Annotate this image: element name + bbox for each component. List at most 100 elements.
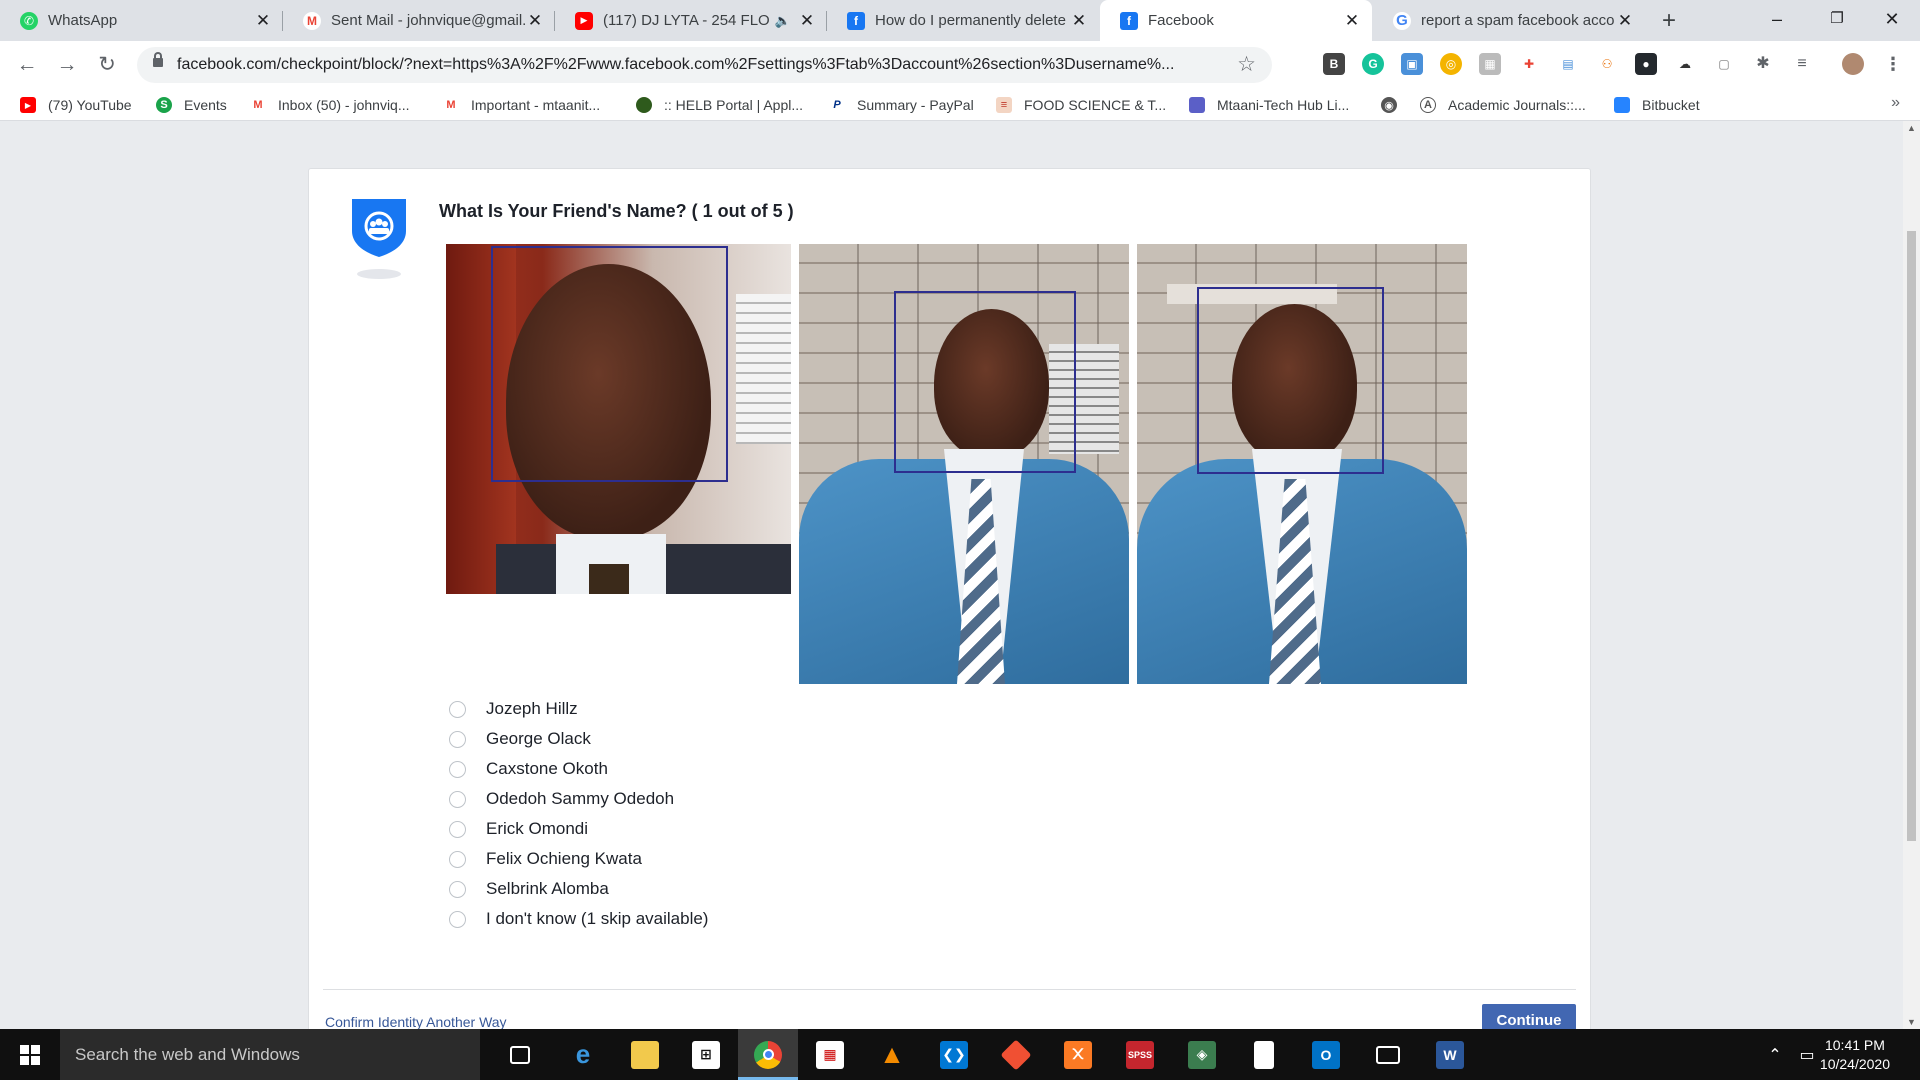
close-window-button[interactable]: ✕ bbox=[1862, 0, 1920, 41]
option-odedoh-sammy-odedoh[interactable]: Odedoh Sammy Odedoh bbox=[449, 784, 708, 814]
radio-button[interactable] bbox=[449, 760, 466, 778]
address-bar[interactable]: facebook.com/checkpoint/block/?next=http… bbox=[137, 47, 1272, 83]
reload-button[interactable]: ↻ bbox=[94, 52, 120, 78]
tab-youtube[interactable]: ▶ (117) DJ LYTA - 254 FLOW 🔈 ✕ bbox=[555, 0, 827, 41]
show-hidden-icons-chevron-icon[interactable]: ⌃ bbox=[1760, 1029, 1790, 1080]
bookmarks-overflow-icon[interactable]: » bbox=[1891, 94, 1900, 112]
radio-button[interactable] bbox=[449, 730, 466, 748]
taskbar-outlook[interactable]: O bbox=[1296, 1029, 1356, 1080]
bookmark-inbox[interactable]: M Inbox (50) - johnviq... bbox=[250, 95, 410, 115]
option-caxstone-okoth[interactable]: Caxstone Okoth bbox=[449, 754, 708, 784]
url-text[interactable]: facebook.com/checkpoint/block/?next=http… bbox=[177, 56, 1227, 74]
checkpoint-card: What Is Your Friend's Name? ( 1 out of 5… bbox=[308, 168, 1591, 1029]
close-icon[interactable]: ✕ bbox=[1615, 11, 1635, 31]
extension-b-icon[interactable]: B bbox=[1323, 53, 1345, 75]
extension-puzzle-blue-icon[interactable]: ▣ bbox=[1401, 53, 1423, 75]
forward-button[interactable]: → bbox=[54, 52, 80, 78]
close-icon[interactable]: ✕ bbox=[253, 11, 273, 31]
lock-icon[interactable] bbox=[153, 52, 163, 67]
option-jozeph-hillz[interactable]: Jozeph Hillz bbox=[449, 694, 708, 724]
page-scrollbar[interactable]: ▲ ▼ bbox=[1903, 121, 1920, 1029]
taskbar-map-app[interactable]: ◈ bbox=[1172, 1029, 1232, 1080]
radio-button[interactable] bbox=[449, 700, 466, 718]
start-button[interactable] bbox=[0, 1029, 60, 1080]
taskbar-chrome[interactable] bbox=[738, 1029, 798, 1080]
taskbar-git[interactable] bbox=[986, 1029, 1046, 1080]
radio-button[interactable] bbox=[449, 850, 466, 868]
close-icon[interactable]: ✕ bbox=[1069, 11, 1089, 31]
extension-doc-icon[interactable]: ▤ bbox=[1557, 53, 1579, 75]
taskbar-notepad[interactable] bbox=[1234, 1029, 1294, 1080]
tab-whatsapp[interactable]: ✆ WhatsApp ✕ bbox=[0, 0, 283, 41]
option-george-olack[interactable]: George Olack bbox=[449, 724, 708, 754]
extension-grid-icon[interactable]: ▦ bbox=[1479, 53, 1501, 75]
bookmark-bitbucket[interactable]: Bitbucket bbox=[1614, 95, 1700, 115]
bookmark-events[interactable]: S Events bbox=[156, 95, 227, 115]
continue-button[interactable]: Continue bbox=[1482, 1004, 1576, 1029]
taskbar-calendar-app[interactable]: ▦ bbox=[800, 1029, 860, 1080]
restore-button[interactable]: ❐ bbox=[1807, 0, 1867, 41]
download-cloud-icon[interactable]: ☁ bbox=[1674, 53, 1696, 75]
windows-logo-icon bbox=[20, 1044, 40, 1065]
menu-kebab-icon[interactable]: ⋮ bbox=[1882, 53, 1904, 75]
media-queue-icon[interactable]: ≡ bbox=[1791, 53, 1813, 75]
minimize-button[interactable]: – bbox=[1747, 0, 1807, 41]
extension-network-icon[interactable]: ⚇ bbox=[1596, 53, 1618, 75]
taskbar-vlc[interactable]: ▲ bbox=[862, 1029, 922, 1080]
spss-icon: SPSS bbox=[1126, 1040, 1154, 1069]
radio-button[interactable] bbox=[449, 820, 466, 838]
scroll-down-arrow-icon[interactable]: ▼ bbox=[1903, 1017, 1920, 1027]
close-icon[interactable]: ✕ bbox=[1342, 11, 1362, 31]
taskbar-edge[interactable]: e bbox=[553, 1029, 613, 1080]
option-dont-know-skip[interactable]: I don't know (1 skip available) bbox=[449, 904, 708, 934]
tab-facebook-active[interactable]: f Facebook ✕ bbox=[1100, 0, 1372, 41]
bookmark-mtaani-tech[interactable]: Mtaani-Tech Hub Li... bbox=[1189, 95, 1349, 115]
radio-button[interactable] bbox=[449, 880, 466, 898]
bookmark-paypal[interactable]: P Summary - PayPal bbox=[829, 95, 974, 115]
face-detection-box bbox=[491, 246, 728, 482]
radio-button[interactable] bbox=[449, 790, 466, 808]
taskbar-clock[interactable]: 10:41 PM 10/24/2020 bbox=[1820, 1036, 1890, 1074]
taskbar-xampp[interactable]: ᙭ bbox=[1048, 1029, 1108, 1080]
bookmark-star-icon[interactable]: ☆ bbox=[1237, 52, 1256, 77]
taskbar-connect[interactable] bbox=[1358, 1029, 1418, 1080]
audio-playing-icon[interactable]: 🔈 bbox=[775, 13, 791, 29]
option-label: Odedoh Sammy Odedoh bbox=[486, 789, 675, 808]
option-erick-omondi[interactable]: Erick Omondi bbox=[449, 814, 708, 844]
tab-facebook-help[interactable]: f How do I permanently delete ✕ bbox=[827, 0, 1099, 41]
new-tab-button[interactable]: + bbox=[1654, 6, 1684, 36]
task-view-button[interactable] bbox=[490, 1029, 550, 1080]
extension-page-icon[interactable]: ▢ bbox=[1713, 53, 1735, 75]
bookmark-youtube[interactable]: ▶ (79) YouTube bbox=[20, 95, 132, 115]
bookmark-academic-journals[interactable]: A Academic Journals::... bbox=[1420, 95, 1586, 115]
action-center-icon[interactable]: ▭ bbox=[1792, 1029, 1822, 1080]
option-felix-ochieng-kwata[interactable]: Felix Ochieng Kwata bbox=[449, 844, 708, 874]
taskbar-file-explorer[interactable] bbox=[615, 1029, 675, 1080]
bookmark-food-science[interactable]: ≡ FOOD SCIENCE & T... bbox=[996, 95, 1166, 115]
bookmarks-bar: ▶ (79) YouTube S Events M Inbox (50) - j… bbox=[0, 89, 1920, 121]
back-button[interactable]: ← bbox=[14, 52, 40, 78]
extension-chrome-icon[interactable]: ◎ bbox=[1440, 53, 1462, 75]
option-selbrink-alomba[interactable]: Selbrink Alomba bbox=[449, 874, 708, 904]
github-icon[interactable]: ● bbox=[1635, 53, 1657, 75]
profile-avatar[interactable] bbox=[1842, 53, 1864, 75]
taskbar-search-box[interactable]: Search the web and Windows bbox=[60, 1029, 480, 1080]
radio-button[interactable] bbox=[449, 910, 466, 928]
bookmark-helb-portal[interactable]: :: HELB Portal | Appl... bbox=[636, 95, 803, 115]
close-icon[interactable]: ✕ bbox=[525, 11, 545, 31]
scroll-up-arrow-icon[interactable]: ▲ bbox=[1903, 123, 1920, 133]
extension-plus-icon[interactable]: ✚ bbox=[1518, 53, 1540, 75]
confirm-identity-another-way-link[interactable]: Confirm Identity Another Way bbox=[325, 1014, 507, 1029]
extensions-puzzle-icon[interactable]: ✱ bbox=[1752, 53, 1774, 75]
grammarly-icon[interactable]: G bbox=[1362, 53, 1384, 75]
tab-gmail-sent[interactable]: M Sent Mail - johnvique@gmail.com ✕ bbox=[283, 0, 555, 41]
taskbar-store[interactable]: ⊞ bbox=[676, 1029, 736, 1080]
close-icon[interactable]: ✕ bbox=[797, 11, 817, 31]
bookmark-important[interactable]: M Important - mtaanit... bbox=[443, 95, 600, 115]
scrollbar-thumb[interactable] bbox=[1907, 231, 1916, 841]
taskbar-word[interactable]: W bbox=[1420, 1029, 1480, 1080]
tab-google-search[interactable]: G report a spam facebook account ✕ bbox=[1373, 0, 1645, 41]
taskbar-spss[interactable]: SPSS bbox=[1110, 1029, 1170, 1080]
bookmark-globe[interactable]: ◉ bbox=[1381, 95, 1409, 115]
taskbar-vscode[interactable]: ❮❯ bbox=[924, 1029, 984, 1080]
